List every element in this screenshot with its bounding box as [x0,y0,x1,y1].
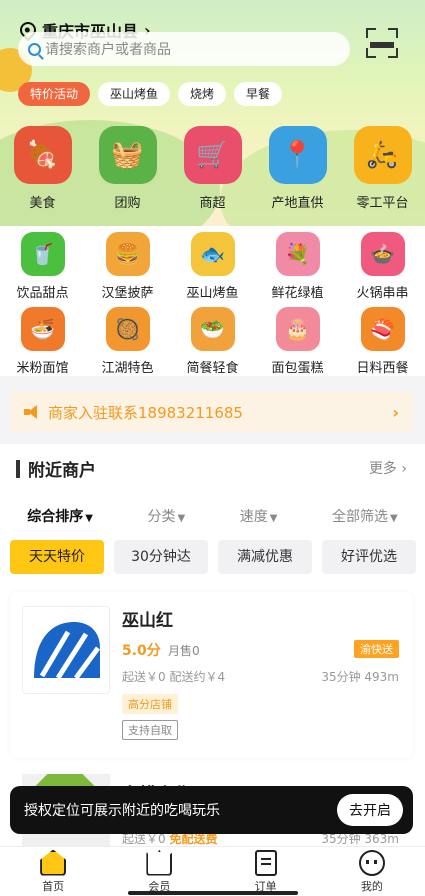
category-local-specialty[interactable]: 🥘 江湖特色 [88,307,168,376]
sort-comprehensive[interactable]: 综合排序 ▼ [27,506,93,526]
shop-logo [22,606,110,694]
tab-orders[interactable]: 订单 [213,847,319,896]
drink-icon: 🥤 [20,232,65,276]
filter-30min[interactable]: 30分钟达 [114,540,208,574]
tag-special-offer[interactable]: 特价活动 [18,82,91,106]
home-icon [40,849,67,876]
header-banner: 重庆市巫山县 › 请搜索商户或者商品 特价活动 巫山烤鱼 烧烤 早餐 🍖 美食 … [0,0,425,240]
category-burger[interactable]: 🍔 汉堡披萨 [88,232,168,301]
merchant-notice-bar[interactable]: 商家入驻联系18983211685 › [10,392,413,432]
category-light-meal[interactable]: 🥗 简餐轻食 [173,307,253,376]
pickup-badge: 支持自取 [122,720,178,740]
tag-bbq[interactable]: 烧烤 [178,82,227,106]
shop-rating: 5.0分 [122,643,161,659]
sort-speed[interactable]: 速度 ▼ [240,506,278,526]
shop-name: 巫山红 [122,611,173,631]
location-permission-toast: 授权定位可展示附近的吃喝玩乐 去开启 [10,786,413,834]
category-hotpot[interactable]: 🍲 火锅串串 [343,232,423,301]
shop-monthly-sales: 月售0 [168,644,200,658]
map-pin-icon: 📍 [268,126,327,184]
shop-card[interactable]: 巫山红 5.0分 月售0 渝快送 起送￥0 配送约￥4 35分钟 493m 高分… [10,592,413,758]
category-gig-platform[interactable]: 🛵 零工平台 [343,126,423,216]
caret-down-icon: ▼ [269,513,278,524]
title-accent-bar [16,459,20,478]
category-noodles[interactable]: 🍜 米粉面馆 [3,307,83,376]
caret-down-icon: ▼ [177,513,186,524]
noodle-icon: 🍜 [20,307,65,351]
search-placeholder: 请搜索商户或者商品 [45,42,171,58]
bottom-tab-bar: 首页 会员 订单 我的 [0,846,425,896]
category-flowers[interactable]: 💐 鲜花绿植 [258,232,338,301]
bowl-icon: 🥘 [105,307,150,351]
shop-fees: 起送￥0 配送约￥4 [122,670,226,684]
more-link[interactable]: 更多 › [369,458,407,478]
hotpot-icon: 🍲 [360,232,405,276]
tag-grilled-fish[interactable]: 巫山烤鱼 [98,82,171,106]
filter-daily-special[interactable]: 天天特价 [10,540,104,574]
main-categories: 🍖 美食 🧺 团购 🛒 商超 📍 产地直供 🛵 零工平台 [0,126,425,216]
category-food[interactable]: 🍖 美食 [3,126,83,216]
meat-icon: 🍖 [13,126,72,184]
sort-category[interactable]: 分类 ▼ [148,506,186,526]
basket-icon: 🧺 [98,126,157,184]
category-drinks[interactable]: 🥤 饮品甜点 [3,232,83,301]
chevron-right-icon: › [392,402,399,422]
section-title: 附近商户 [16,456,96,481]
tag-breakfast[interactable]: 早餐 [234,82,283,106]
category-origin-direct[interactable]: 📍 产地直供 [258,126,338,216]
filter-chips: 天天特价 30分钟达 满减优惠 好评优选 [10,540,416,574]
cake-icon: 🎂 [275,307,320,351]
tab-member[interactable]: 会员 [106,847,212,896]
shop-logo-icon [34,622,101,680]
fish-icon: 🐟 [190,232,235,276]
tab-home[interactable]: 首页 [0,847,106,896]
filter-discount[interactable]: 满减优惠 [218,540,312,574]
shop-distance: 35分钟 493m [321,670,399,684]
sub-categories: 🥤 饮品甜点 🍔 汉堡披萨 🐟 巫山烤鱼 💐 鲜花绿植 🍲 火锅串串 🍜 米粉面… [0,226,425,376]
filter-top-rated[interactable]: 好评优选 [322,540,416,574]
home-indicator [128,891,298,895]
search-icon [28,42,41,56]
category-group-buy[interactable]: 🧺 团购 [88,126,168,216]
express-badge: 渝快送 [354,640,399,658]
salad-icon: 🥗 [190,307,235,351]
category-japanese-western[interactable]: 🍣 日料西餐 [343,307,423,376]
category-grilled-fish[interactable]: 🐟 巫山烤鱼 [173,232,253,301]
speaker-icon [24,405,42,419]
high-score-badge: 高分店铺 [122,694,178,714]
category-supermarket[interactable]: 🛒 商超 [173,126,253,216]
caret-down-icon: ▼ [390,513,398,524]
toast-text: 授权定位可展示附近的吃喝玩乐 [24,803,220,819]
notice-text: 商家入驻联系18983211685 [48,403,243,422]
category-bakery[interactable]: 🎂 面包蛋糕 [258,307,338,376]
quick-tags: 特价活动 巫山烤鱼 烧烤 早餐 [18,82,283,106]
flower-icon: 💐 [275,232,320,276]
caret-down-icon: ▼ [85,513,93,524]
sort-all-filters[interactable]: 全部筛选 ▼ [332,506,398,526]
search-input[interactable]: 请搜索商户或者商品 [18,32,350,66]
profile-icon [358,849,385,876]
scan-icon [370,42,394,48]
scan-button[interactable] [366,28,398,58]
courier-icon: 🛵 [353,126,412,184]
crown-icon [146,849,173,876]
cart-icon: 🛒 [183,126,242,184]
sushi-icon: 🍣 [360,307,405,351]
sort-bar: 综合排序 ▼ 分类 ▼ 速度 ▼ 全部筛选 ▼ [0,506,425,526]
tab-profile[interactable]: 我的 [319,847,425,896]
burger-icon: 🍔 [105,232,150,276]
order-icon [254,849,277,876]
enable-location-button[interactable]: 去开启 [337,794,403,826]
